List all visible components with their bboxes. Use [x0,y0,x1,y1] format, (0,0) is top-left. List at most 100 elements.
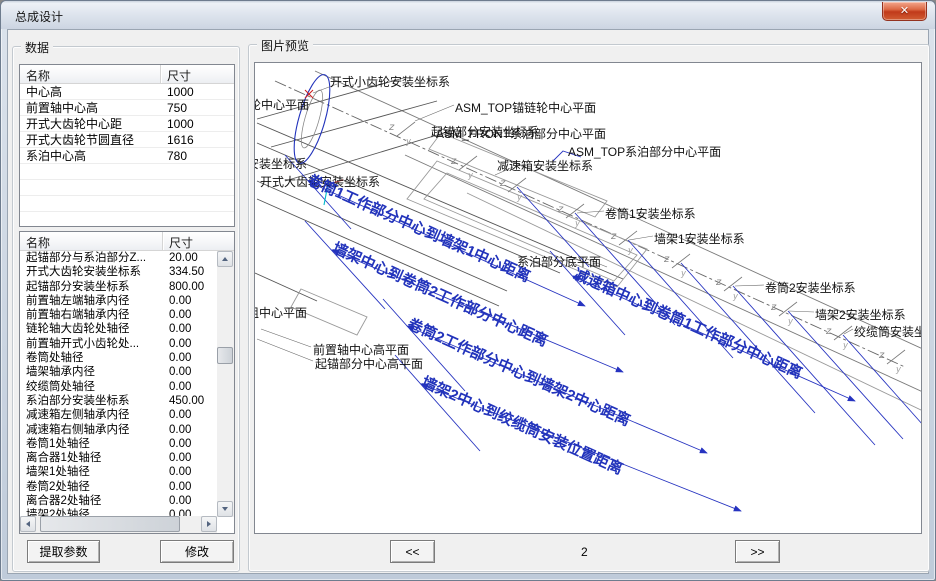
table-cell: 开式大齿轮中心距 [20,116,161,132]
table-row[interactable]: 起锚部分安装坐标系800.00 [20,280,217,294]
page-number: 2 [581,545,588,559]
table-cell: 卷筒1处轴径 [20,437,163,451]
table-cell: 0.00 [163,380,217,394]
svg-text:y: y [405,137,412,147]
table-cell: 绞缆筒处轴径 [20,380,163,394]
table-cell: 0.00 [163,480,217,494]
svg-text:y: y [467,171,474,181]
table-row[interactable]: 墙架轴承内径0.00 [20,365,217,379]
prev-page-button[interactable]: << [390,540,435,563]
table-row[interactable]: 前置轴右端轴承内径0.00 [20,308,217,322]
table-row[interactable]: 系泊部分安装坐标系450.00 [20,394,217,408]
table-row[interactable]: 离合器1处轴径0.00 [20,451,217,465]
svg-text:y: y [680,269,687,279]
params-table-header[interactable]: 名称 尺寸 [20,65,234,84]
table-row[interactable]: 开式大齿轮中心距1000 [20,116,234,132]
table-cell: 前置轴中心高 [20,100,161,116]
table-cell: 离合器2处轴径 [20,494,163,508]
table-row[interactable]: 卷筒2处轴径0.00 [20,480,217,494]
column-header-name[interactable]: 名称 [20,65,161,83]
svg-text:y: y [842,341,849,351]
table-cell: 0.00 [163,423,217,437]
svg-text:z: z [450,156,457,167]
scroll-left-button[interactable] [20,516,36,532]
dialog-window: 总成设计 ✕ 数据 名称 尺寸 中心高1000前置轴中心高750开式大齿轮中心距… [0,0,936,581]
table-row[interactable]: 卷筒1处轴径0.00 [20,437,217,451]
table-cell: 中心高 [20,84,161,100]
table-cell: 链轮轴大齿轮处轴径 [20,322,163,336]
table-cell: 1000 [161,116,233,132]
svg-text:z: z [715,277,722,288]
scroll-down-icon [222,507,228,511]
table-cell: 前置轴开式小齿轮处... [20,337,163,351]
table-cell: 起锚部分与系泊部分Z... [20,251,163,265]
table-row[interactable]: 前置轴中心高750 [20,100,234,116]
table-row[interactable]: 减速箱右侧轴承内径0.00 [20,423,217,437]
close-button[interactable]: ✕ [882,2,927,21]
table-row[interactable]: 离合器2处轴径0.00 [20,494,217,508]
scroll-up-icon [222,257,228,261]
table-cell: 1616 [161,132,233,148]
table-row[interactable]: 减速箱左侧轴承内径0.00 [20,408,217,422]
table-row[interactable]: 前置轴开式小齿轮处...0.00 [20,337,217,351]
svg-text:y: y [574,219,581,229]
svg-text:z: z [770,302,777,313]
table-row[interactable]: 绞缆筒处轴径0.00 [20,380,217,394]
svg-text:z: z [663,254,670,265]
svg-text:z: z [610,231,617,242]
column-header-size[interactable]: 尺寸 [161,65,233,83]
svg-text:y: y [895,365,902,375]
column-header-size[interactable]: 尺寸 [163,232,217,250]
table-row[interactable]: 链轮轴大齿轮处轴径0.00 [20,322,217,336]
table-cell: 0.00 [163,365,217,379]
table-row[interactable]: 开式大齿轮安装坐标系334.50 [20,265,217,279]
table-cell: 450.00 [163,394,217,408]
table-cell: 墙架1处轴径 [20,465,163,479]
table-row[interactable]: 卷筒处轴径0.00 [20,351,217,365]
preview-image-area: zzz zzz zzzz yyy yyy yyyy [254,62,922,534]
extract-params-button[interactable]: 提取参数 [27,540,100,563]
table-cell: 0.00 [163,351,217,365]
scroll-left-icon [26,521,30,527]
scroll-up-button[interactable] [217,251,233,267]
table-cell: 750 [161,100,233,116]
table-cell: 0.00 [163,294,217,308]
svg-text:z: z [878,350,885,361]
table-cell: 卷筒处轴径 [20,351,163,365]
column-header-name[interactable]: 名称 [20,232,163,250]
table-row[interactable]: 中心高1000 [20,84,234,100]
horizontal-scrollbar[interactable] [20,516,217,533]
svg-text:z: z [825,326,832,337]
table-row[interactable]: 起锚部分与系泊部分Z...20.00 [20,251,217,265]
svg-text:z: z [499,178,506,189]
table-row[interactable]: 前置轴左端轴承内径0.00 [20,294,217,308]
table-cell: 334.50 [163,265,217,279]
table-cell: 系泊部分安装坐标系 [20,394,163,408]
vertical-scrollbar[interactable] [217,251,234,517]
table-cell: 系泊中心高 [20,148,161,164]
table-cell: 0.00 [163,308,217,322]
modify-button[interactable]: 修改 [160,540,234,563]
close-icon: ✕ [900,5,909,17]
scroll-down-button[interactable] [217,501,233,517]
table-cell: 0.00 [163,451,217,465]
cad-drawing: zzz zzz zzzz yyy yyy yyyy [255,63,922,534]
table-row[interactable]: 墙架1处轴径0.00 [20,465,217,479]
table-cell: 前置轴右端轴承内径 [20,308,163,322]
table-cell: 0.00 [163,437,217,451]
table-cell: 减速箱右侧轴承内径 [20,423,163,437]
title-bar[interactable]: 总成设计 ✕ [1,1,935,29]
table-cell: 0.00 [163,408,217,422]
svg-text:z: z [557,204,564,215]
table-cell: 开式大齿轮安装坐标系 [20,265,163,279]
vertical-scroll-thumb[interactable] [217,347,233,364]
table-row[interactable]: 开式大齿轮节圆直径1616 [20,132,234,148]
table-cell: 800.00 [163,280,217,294]
dims-table-header[interactable]: 名称 尺寸 [20,232,234,251]
svg-text:y: y [732,292,739,302]
next-page-button[interactable]: >> [735,540,780,563]
scroll-right-button[interactable] [201,516,217,532]
horizontal-scroll-thumb[interactable] [40,516,180,532]
params-table-body: 中心高1000前置轴中心高750开式大齿轮中心距1000开式大齿轮节圆直径161… [20,84,234,226]
table-row[interactable]: 系泊中心高780 [20,148,234,164]
